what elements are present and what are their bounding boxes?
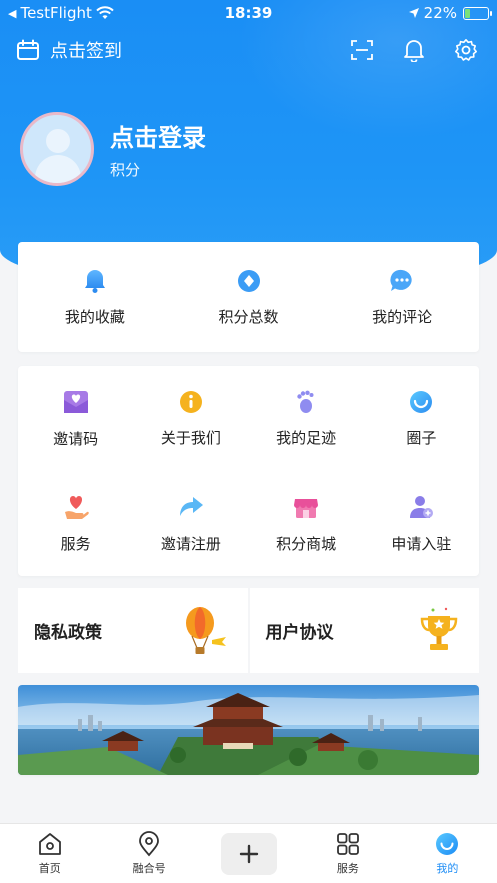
privacy-policy-link[interactable]: 隐私政策 xyxy=(18,588,248,673)
checkin-button[interactable]: 点击签到 xyxy=(16,37,122,63)
tab-home[interactable]: 首页 xyxy=(0,824,99,883)
tab-service[interactable]: 服务 xyxy=(298,824,397,883)
notifications-button[interactable] xyxy=(399,35,429,65)
grid-item-apply-join[interactable]: 申请入驻 xyxy=(364,471,479,576)
grid-icon xyxy=(337,833,359,855)
user-add-icon xyxy=(410,496,434,518)
policy-label: 用户协议 xyxy=(265,623,334,643)
grid-item-service[interactable]: 服务 xyxy=(18,471,133,576)
grid-item-label: 积分商城 xyxy=(276,535,337,553)
grid-item-footprint[interactable]: 我的足迹 xyxy=(249,366,364,471)
battery-level xyxy=(465,8,470,18)
grid-item-invite-register[interactable]: 邀请注册 xyxy=(133,471,248,576)
tab-create[interactable] xyxy=(199,824,298,883)
grid-item-label: 邀请码 xyxy=(53,430,99,448)
avatar[interactable] xyxy=(20,112,94,186)
tab-label: 服务 xyxy=(336,862,359,875)
tab-mine[interactable]: 我的 xyxy=(398,824,497,883)
avatar-body-shape xyxy=(35,155,81,183)
clock: 18:39 xyxy=(224,4,273,22)
share-arrow-icon xyxy=(179,497,203,516)
trophy-icon xyxy=(420,607,458,650)
grid-item-label: 服务 xyxy=(60,535,91,553)
carrier-label: TestFlight xyxy=(20,4,92,22)
points-label: 积分 xyxy=(110,161,141,179)
avatar-head-shape xyxy=(46,129,70,153)
checkin-label: 点击签到 xyxy=(50,41,122,62)
location-arrow-icon xyxy=(408,8,419,18)
bell-icon xyxy=(84,269,105,293)
back-triangle-icon[interactable]: ◀ xyxy=(8,7,16,20)
circle-icon xyxy=(410,391,433,413)
bell-icon xyxy=(404,40,424,62)
policy-links: 隐私政策 用户协议 xyxy=(18,588,479,673)
heart-hand-icon xyxy=(64,496,89,519)
scan-button[interactable] xyxy=(347,35,377,65)
grid-item-label: 关于我们 xyxy=(160,429,221,447)
banner-image[interactable] xyxy=(18,685,479,775)
stats-card: 我的收藏 积分总数 我的评论 xyxy=(18,242,479,352)
balloon-icon xyxy=(185,607,226,654)
grid-item-circle[interactable]: 圈子 xyxy=(364,366,479,471)
mail-heart-icon xyxy=(63,391,88,413)
grid-item-label: 申请入驻 xyxy=(391,535,452,553)
tab-label: 我的 xyxy=(436,862,459,875)
top-action-bar: 点击签到 xyxy=(0,30,497,70)
login-link[interactable]: 点击登录 xyxy=(110,118,206,153)
pavilion-landscape-illustration xyxy=(18,685,479,775)
tab-label: 首页 xyxy=(38,862,61,875)
battery-percent: 22% xyxy=(423,4,457,22)
stat-points-total[interactable]: 积分总数 xyxy=(172,242,326,352)
tab-ronghehao[interactable]: 融合号 xyxy=(99,824,198,883)
stat-label: 积分总数 xyxy=(218,307,279,326)
profile-circle-icon xyxy=(436,833,459,855)
location-pin-icon xyxy=(139,831,160,857)
grid-item-label: 邀请注册 xyxy=(160,535,221,553)
tab-label: 融合号 xyxy=(132,862,166,875)
scan-icon xyxy=(351,40,373,60)
grid-item-points-store[interactable]: 积分商城 xyxy=(249,471,364,576)
grid-item-label: 我的足迹 xyxy=(276,429,337,447)
gear-icon xyxy=(455,39,477,61)
battery-icon xyxy=(463,6,492,20)
create-button[interactable] xyxy=(220,832,277,875)
feature-grid: 邀请码 关于我们 我的足迹 圈子 服务 邀请注册 积分商城 申请入驻 xyxy=(18,366,479,576)
stat-favorites[interactable]: 我的收藏 xyxy=(18,242,172,352)
profile-section[interactable]: 点击登录 积分 xyxy=(20,112,206,186)
settings-button[interactable] xyxy=(451,35,481,65)
grid-item-invite-code[interactable]: 邀请码 xyxy=(18,366,133,471)
policy-label: 隐私政策 xyxy=(34,623,102,643)
footprint-icon xyxy=(297,390,314,413)
stat-comments[interactable]: 我的评论 xyxy=(325,242,479,352)
chat-bubble-icon xyxy=(390,269,412,291)
stat-label: 我的评论 xyxy=(372,307,433,326)
status-bar: ◀ TestFlight 18:39 22% xyxy=(0,0,497,26)
grid-item-label: 圈子 xyxy=(406,429,437,447)
store-icon xyxy=(294,499,319,518)
bottom-tab-bar: 首页 融合号 服务 我的 xyxy=(0,823,497,883)
grid-item-about-us[interactable]: 关于我们 xyxy=(133,366,248,471)
stat-label: 我的收藏 xyxy=(64,307,125,326)
home-icon xyxy=(38,833,61,855)
info-icon xyxy=(179,391,202,413)
calendar-icon xyxy=(17,39,39,60)
user-agreement-link[interactable]: 用户协议 xyxy=(249,588,479,673)
diamond-coin-icon xyxy=(237,269,260,292)
plus-icon xyxy=(239,844,258,863)
wifi-icon xyxy=(96,6,114,19)
